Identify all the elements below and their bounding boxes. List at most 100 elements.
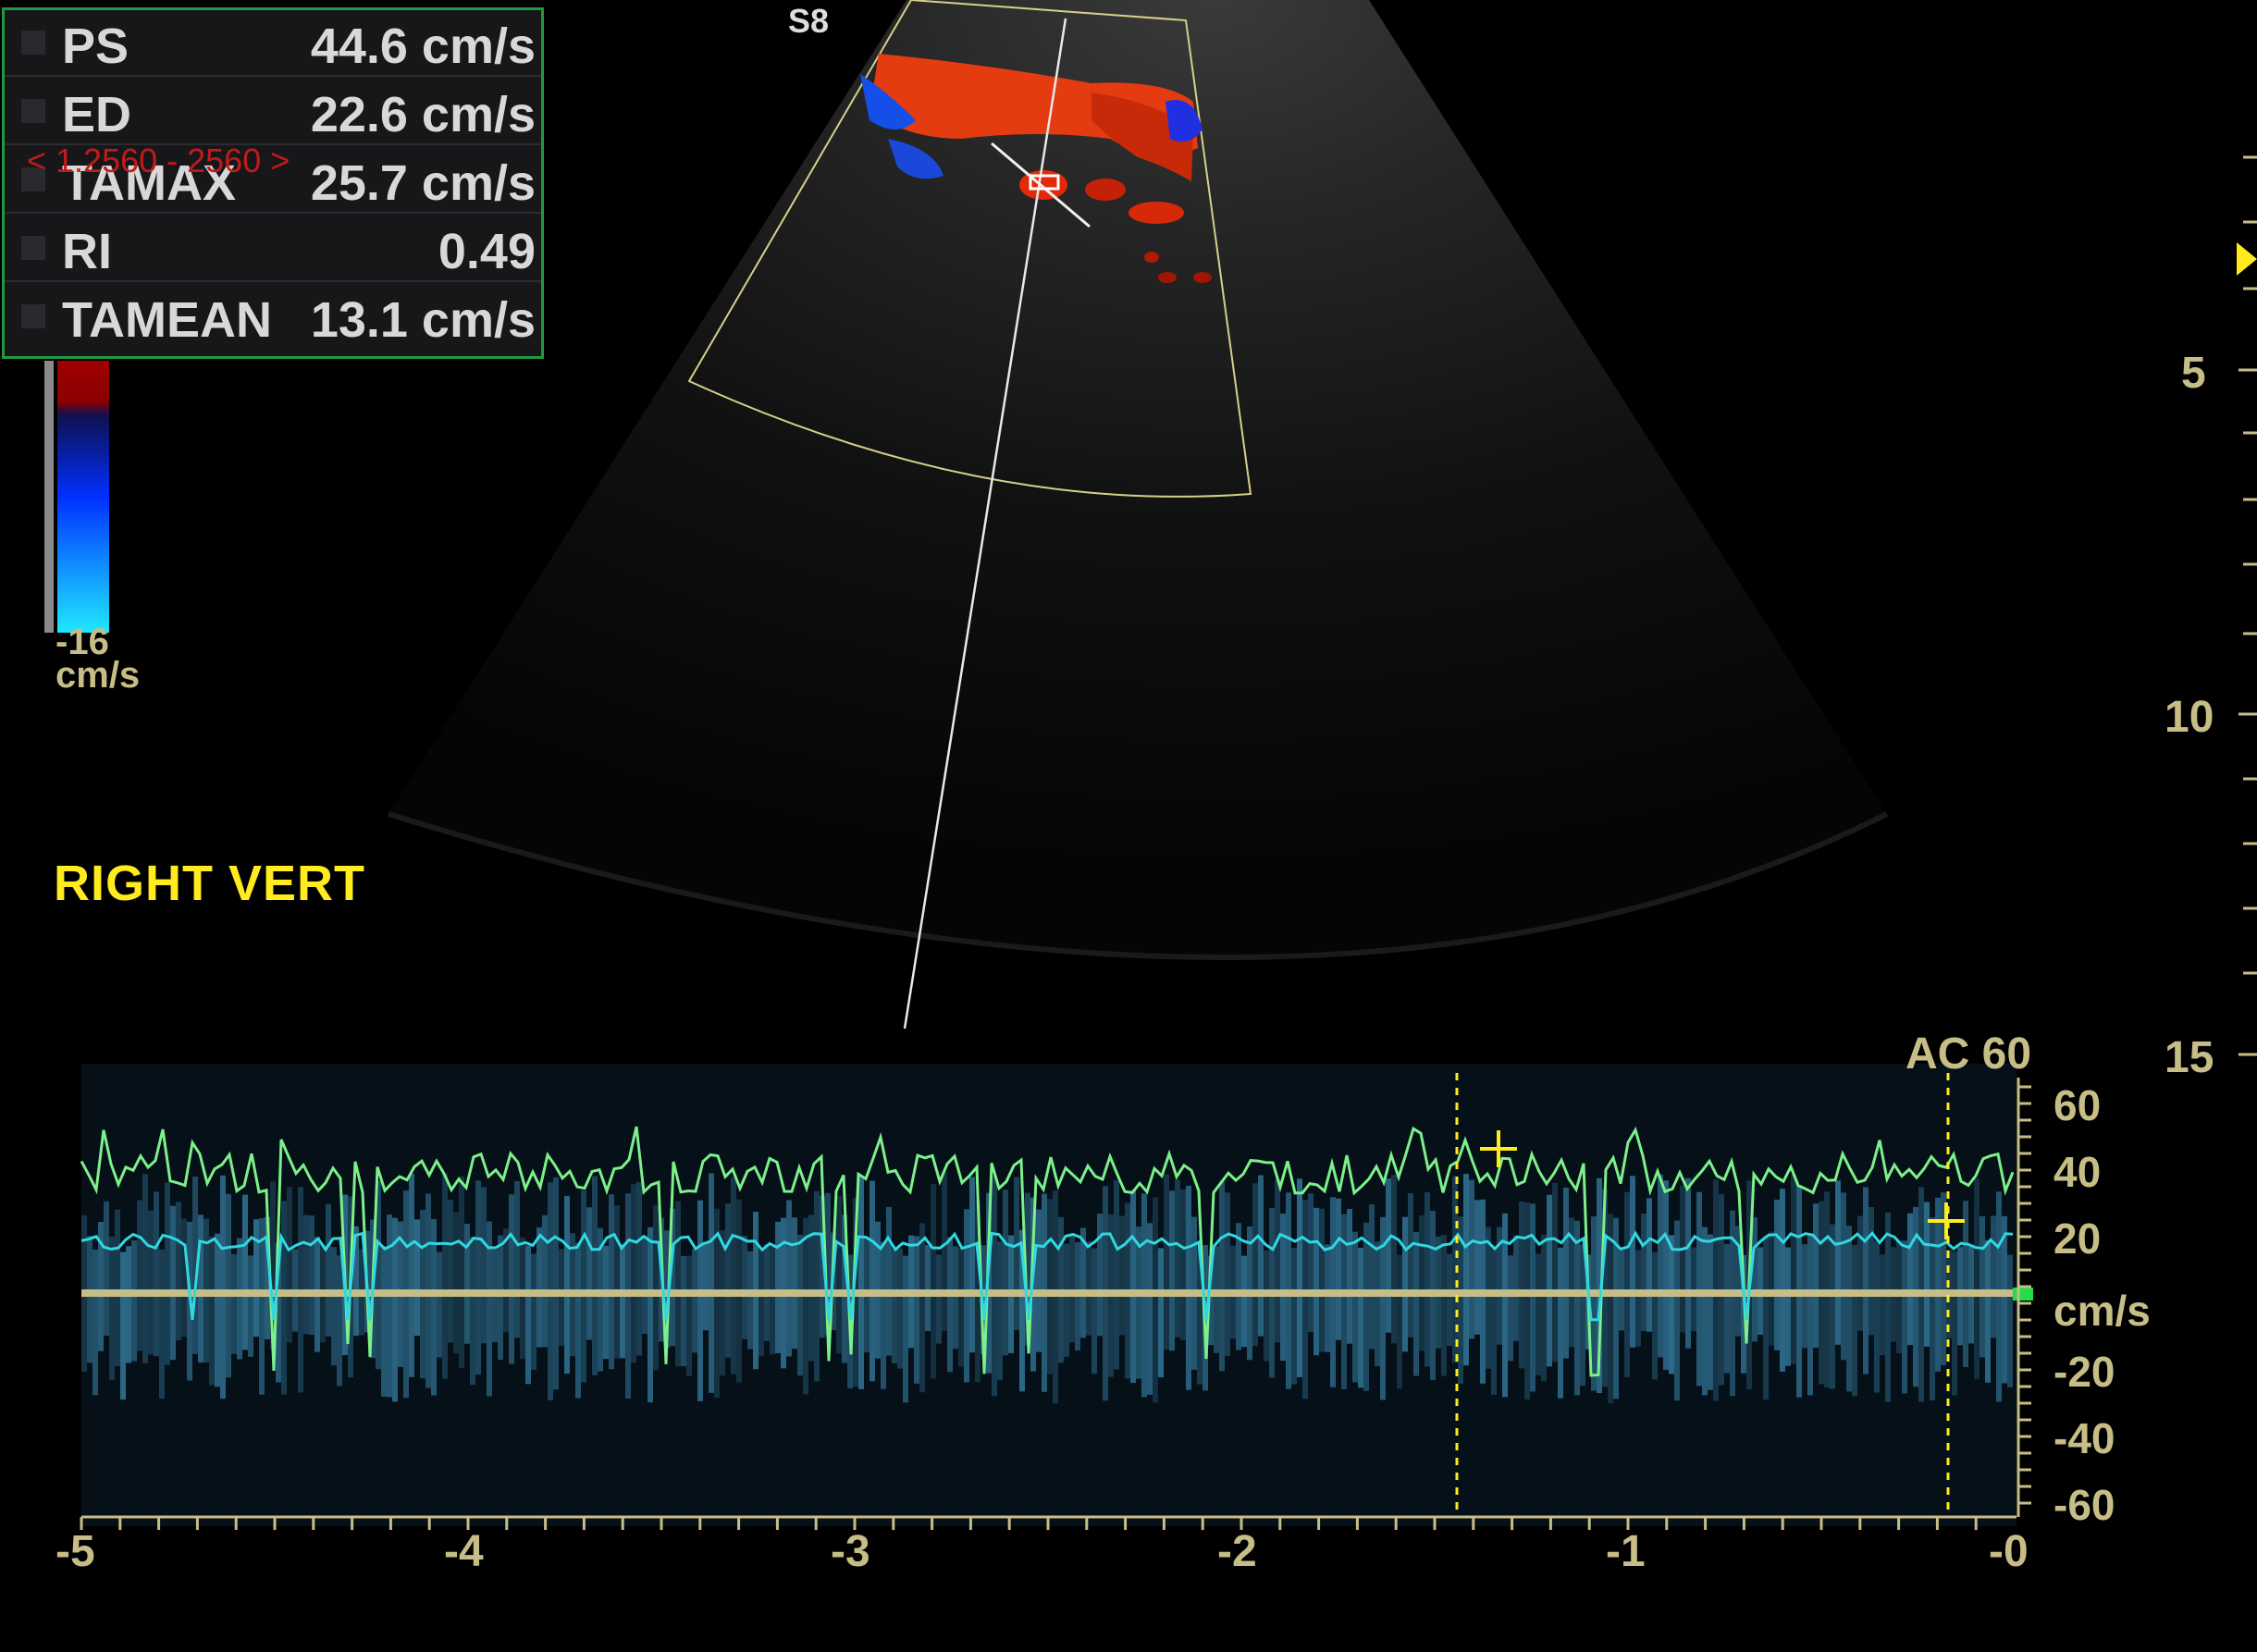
- spectrum-column: [431, 1219, 437, 1396]
- spectrum-column: [1486, 1227, 1491, 1369]
- color-scale-bar: [57, 361, 109, 633]
- spectrum-column: [1264, 1250, 1269, 1362]
- time-tick-label: -5: [56, 1527, 95, 1576]
- spectrum-column: [575, 1242, 581, 1399]
- spectrum-column: [1524, 1202, 1530, 1400]
- time-tick-label: -1: [1606, 1527, 1646, 1576]
- measurement-row-tamean[interactable]: TAMEAN 13.1 cm/s: [5, 284, 541, 349]
- spectrum-column: [387, 1214, 392, 1398]
- spectrum-column: [1314, 1207, 1319, 1356]
- spectrum-column: [481, 1187, 487, 1344]
- spectrum-column: [931, 1183, 936, 1379]
- spectrum-column: [1574, 1220, 1580, 1396]
- spectrum-column: [881, 1241, 886, 1389]
- velocity-tick-label: 40: [2054, 1148, 2102, 1196]
- measurement-row-ed[interactable]: ED 22.6 cm/s: [5, 79, 541, 145]
- spectrum-column: [1868, 1207, 1874, 1336]
- spectrum-column: [1769, 1231, 1774, 1346]
- spectrum-column: [109, 1236, 115, 1380]
- time-tick-label: -4: [444, 1527, 484, 1576]
- spectrum-column: [87, 1236, 92, 1363]
- spectrum-column: [148, 1210, 154, 1355]
- spectrum-column: [1702, 1227, 1708, 1396]
- spectrum-column: [104, 1201, 109, 1337]
- spectrum-column: [303, 1214, 309, 1335]
- spectrum-column: [215, 1233, 220, 1387]
- checkbox-icon[interactable]: [21, 99, 45, 123]
- spectrum-column: [1669, 1235, 1674, 1375]
- spectrum-column: [226, 1193, 231, 1378]
- spectrum-column: [1902, 1240, 1907, 1394]
- measurement-row-ri[interactable]: RI 0.49: [5, 216, 541, 282]
- baseline-marker: [2013, 1288, 2033, 1301]
- spectrum-column: [642, 1236, 648, 1335]
- spectrum-column: [720, 1230, 725, 1376]
- spectrum-column: [1513, 1235, 1519, 1341]
- spectrum-column: [1297, 1178, 1302, 1377]
- spectrum-column: [1258, 1175, 1264, 1337]
- checkbox-icon[interactable]: [21, 236, 45, 260]
- spectrum-column: [1552, 1182, 1558, 1362]
- spectrum-column: [1852, 1244, 1857, 1397]
- color-scale-gray-strip: [44, 361, 54, 633]
- spectrum-column: [1774, 1199, 1780, 1350]
- spectrum-column: [786, 1200, 792, 1357]
- spectrum-column: [1508, 1255, 1513, 1362]
- spectrum-column: [159, 1249, 165, 1399]
- spectrum-column: [1652, 1251, 1658, 1380]
- spectrum-column: [1153, 1197, 1158, 1403]
- checkbox-icon[interactable]: [21, 31, 45, 55]
- spectrum-column: [126, 1246, 131, 1363]
- spectrum-column: [1186, 1185, 1191, 1390]
- spectrum-column: [892, 1248, 897, 1363]
- spectrum-column: [686, 1255, 692, 1376]
- spectrum-column: [747, 1251, 753, 1350]
- spectrum-column: [1974, 1178, 1980, 1380]
- measurement-value: 44.6 cm/s: [310, 18, 536, 74]
- spectrum-column: [1363, 1222, 1369, 1391]
- spectrum-column: [919, 1223, 925, 1393]
- spectrum-column: [1369, 1203, 1375, 1350]
- depth-scale: [2238, 155, 2257, 1056]
- spectrum-column: [509, 1194, 514, 1364]
- angle-correct-label: AC 60: [1906, 1029, 2032, 1079]
- depth-tick-label: 5: [2181, 349, 2206, 398]
- spectrum-column: [1130, 1190, 1136, 1384]
- spectrum-column: [1413, 1231, 1419, 1376]
- spectrum-column: [1980, 1215, 1985, 1358]
- spectrum-column: [2007, 1254, 2013, 1387]
- spectrum-column: [237, 1238, 242, 1360]
- spectrum-column: [1402, 1216, 1408, 1352]
- checkbox-icon[interactable]: [21, 304, 45, 328]
- time-tick-label: -0: [1989, 1527, 2029, 1576]
- measurement-panel: PS 44.6 cm/s ED 22.6 cm/s TAMAX 25.7 cm/…: [2, 7, 544, 359]
- spectrum-column: [1347, 1209, 1352, 1344]
- velocity-tick-label: -40: [2054, 1414, 2115, 1462]
- velocity-tick-label: 60: [2054, 1081, 2102, 1129]
- spectrum-column: [1391, 1175, 1397, 1344]
- spectrum-column: [1302, 1200, 1308, 1399]
- spectrum-column: [1963, 1201, 1968, 1367]
- measurement-value: 22.6 cm/s: [310, 87, 536, 142]
- spectrum-column: [1563, 1187, 1569, 1359]
- spectrum-column: [381, 1246, 387, 1397]
- spectrum-column: [1419, 1215, 1424, 1351]
- measurement-row-ps[interactable]: PS 44.6 cm/s: [5, 10, 541, 77]
- spectrum-column: [1519, 1201, 1524, 1369]
- spectrum-column: [1830, 1224, 1835, 1389]
- spectrum-column: [1463, 1174, 1469, 1366]
- spectrum-column: [1219, 1180, 1225, 1372]
- time-tick-label: -3: [831, 1527, 870, 1576]
- spectrum-column: [181, 1218, 187, 1338]
- spectrum-column: [542, 1214, 548, 1348]
- spectrum-column: [1924, 1202, 1930, 1347]
- spectrum-column: [1424, 1191, 1430, 1367]
- spectrum-column: [814, 1190, 820, 1382]
- color-scale-min-value: -16: [56, 622, 109, 662]
- measurement-value: 0.49: [438, 224, 536, 279]
- spectrum-column: [453, 1212, 459, 1354]
- focus-marker-icon: [2237, 242, 2257, 276]
- spectrum-column: [1408, 1192, 1413, 1338]
- spectrum-column: [731, 1177, 736, 1375]
- range-note: < 1.2560 - 2560 >: [27, 142, 290, 179]
